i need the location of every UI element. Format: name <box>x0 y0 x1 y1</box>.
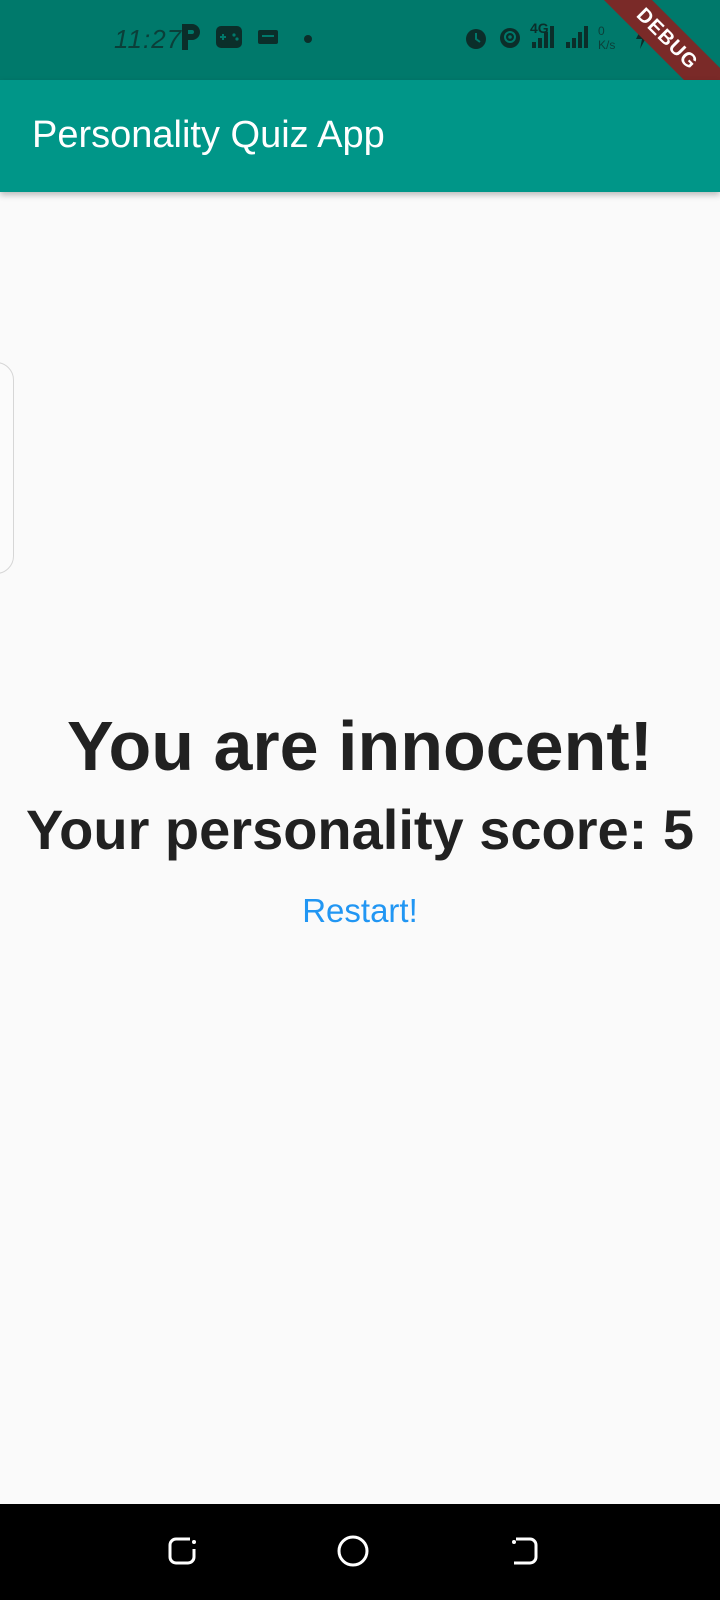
game-controller-icon <box>216 26 242 48</box>
result-title: You are innocent! <box>67 707 653 785</box>
alarm-icon <box>466 29 486 49</box>
status-time: 11:27 <box>114 24 183 54</box>
app-bar: Personality Quiz App <box>0 80 720 192</box>
personality-score: Your personality score: 5 <box>25 798 695 861</box>
p-icon <box>182 24 200 50</box>
home-icon[interactable] <box>336 1534 370 1568</box>
status-bar: 11:27 4G 0 K/s <box>0 0 720 80</box>
side-panel-handle[interactable] <box>0 362 14 574</box>
restart-button[interactable]: Restart! <box>286 884 434 938</box>
network-speed: 0 K/s <box>598 24 616 52</box>
hotspot-icon <box>500 28 520 48</box>
result-panel: You are innocent! Your personality score… <box>0 700 720 938</box>
message-icon <box>258 30 278 44</box>
app-title: Personality Quiz App <box>32 114 385 156</box>
dot-icon <box>304 35 312 43</box>
signal-icon-2 <box>566 26 588 48</box>
recents-icon[interactable] <box>166 1534 200 1568</box>
back-icon[interactable] <box>508 1534 542 1568</box>
navigation-bar <box>0 1504 720 1600</box>
signal-icon <box>532 26 554 48</box>
